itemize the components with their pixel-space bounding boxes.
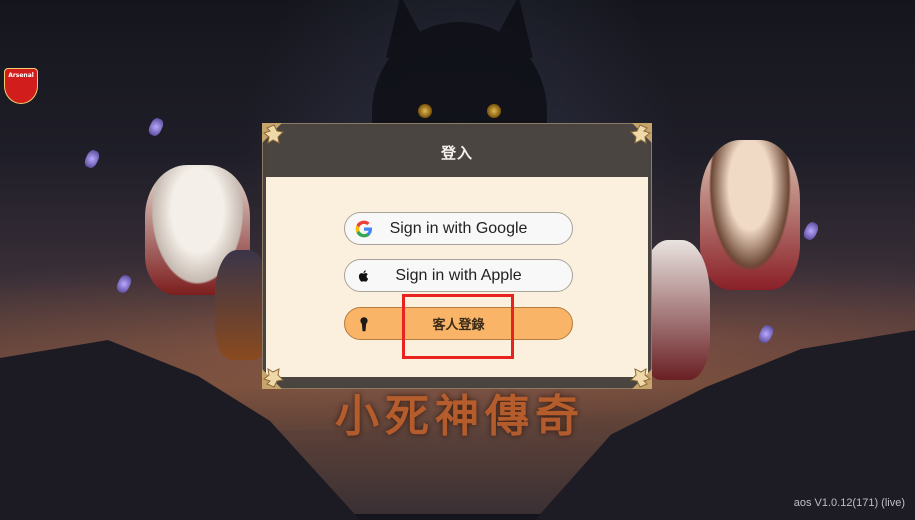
arsenal-crest-icon: Arsenal xyxy=(4,68,38,104)
guest-login-highlight-box xyxy=(402,294,514,359)
google-g-icon xyxy=(353,218,374,239)
ornate-corner-icon xyxy=(260,357,294,391)
ornate-corner-icon xyxy=(620,121,654,155)
creature-eye-right xyxy=(487,104,501,118)
dialog-footer-bar xyxy=(266,377,648,385)
floating-gem xyxy=(82,148,102,170)
ornate-corner-icon xyxy=(260,121,294,155)
character-fox-girl-right xyxy=(700,140,800,290)
google-sign-in-label: Sign in with Google xyxy=(389,219,528,237)
keyhole-person-icon xyxy=(353,313,374,334)
game-title-logo: 小死神傳奇 xyxy=(335,391,585,442)
character-boy-left xyxy=(215,250,270,360)
version-label: aos V1.0.12(171) (live) xyxy=(793,497,905,509)
apple-sign-in-button[interactable]: Sign in with Apple xyxy=(344,259,573,292)
google-sign-in-button[interactable]: Sign in with Google xyxy=(344,212,573,245)
floating-gem xyxy=(146,116,166,138)
ornate-corner-icon xyxy=(620,357,654,391)
apple-sign-in-label: Sign in with Apple xyxy=(395,266,522,284)
apple-logo-icon xyxy=(353,265,374,286)
dialog-title: 登入 xyxy=(440,143,473,162)
creature-eye-left xyxy=(418,104,432,118)
dialog-header: 登入 xyxy=(266,127,648,177)
